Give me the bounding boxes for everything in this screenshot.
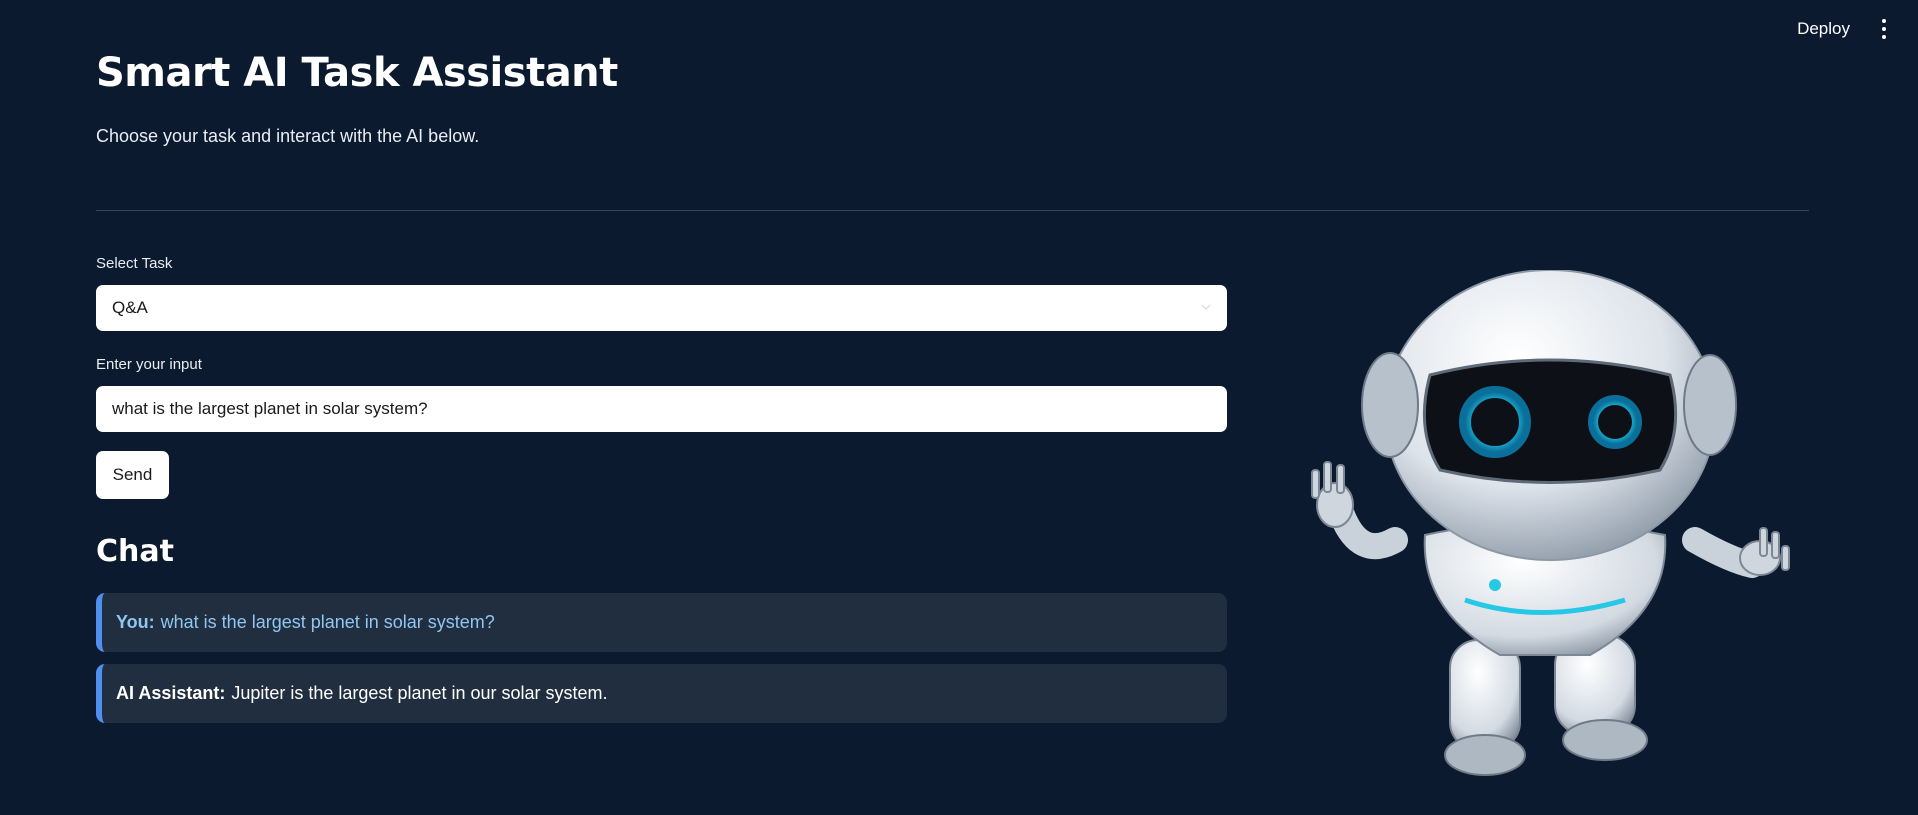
chat-message-text: Jupiter is the largest planet in our sol…	[231, 683, 608, 703]
chat-message-user: You: what is the largest planet in solar…	[96, 593, 1227, 652]
top-toolbar: Deploy	[1793, 0, 1918, 58]
kebab-menu-icon[interactable]	[1878, 19, 1890, 39]
page-subtitle: Choose your task and interact with the A…	[96, 126, 480, 146]
chat-heading: Chat	[96, 534, 174, 569]
input-label: Enter your input	[96, 356, 202, 373]
page-title: Smart AI Task Assistant	[96, 50, 618, 96]
task-select-value: Q&A	[112, 298, 148, 317]
chat-speaker: AI Assistant:	[116, 683, 226, 703]
task-input-field[interactable]	[96, 386, 1227, 432]
task-select-label: Select Task	[96, 255, 173, 272]
chat-speaker: You:	[116, 612, 155, 632]
divider	[96, 210, 1809, 211]
chevron-down-icon	[1201, 304, 1211, 311]
robot-illustration	[1311, 270, 1790, 776]
send-button[interactable]: Send	[96, 451, 169, 499]
chat-message-text: what is the largest planet in solar syst…	[160, 612, 495, 632]
deploy-button[interactable]: Deploy	[1793, 13, 1854, 45]
chat-message-ai: AI Assistant: Jupiter is the largest pla…	[96, 664, 1227, 723]
task-select[interactable]: Q&A	[96, 285, 1227, 331]
